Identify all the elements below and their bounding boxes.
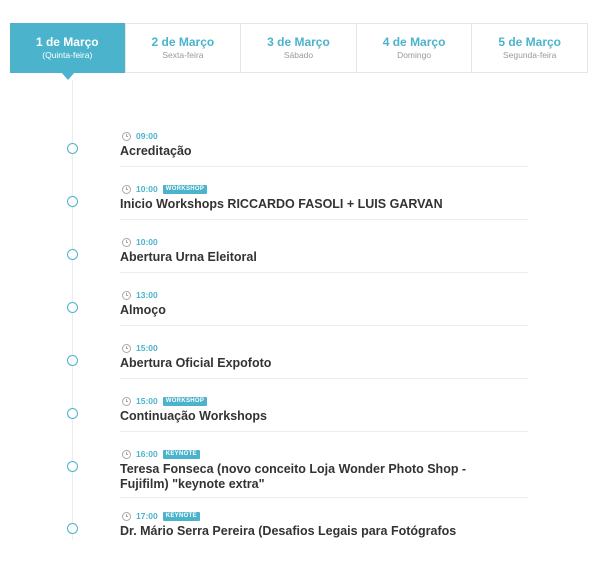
- circle-icon: [67, 408, 78, 419]
- divider: [120, 219, 528, 220]
- tab-weekday: (Quinta-feira): [42, 50, 93, 60]
- clock-icon: [122, 511, 131, 521]
- schedule-item: 09:00 Acreditação: [0, 130, 600, 183]
- divider: [120, 378, 528, 379]
- tab-weekday: Sábado: [283, 50, 314, 60]
- item-time: 15:00: [136, 343, 158, 353]
- clock-icon: [122, 449, 131, 459]
- schedule-item: 15:00 Abertura Oficial Expofoto: [0, 342, 600, 395]
- divider: [120, 497, 528, 498]
- tab-3-marco[interactable]: 3 de Março Sábado: [241, 24, 357, 72]
- tab-date: 1 de Março: [35, 35, 99, 49]
- schedule-item: 13:00 Almoço: [0, 289, 600, 342]
- item-meta: 17:00 KEYNOTE: [122, 510, 200, 522]
- divider: [120, 431, 528, 432]
- tab-2-marco[interactable]: 2 de Março Sexta-feira: [126, 24, 242, 72]
- divider: [120, 166, 528, 167]
- item-time: 10:00: [136, 237, 158, 247]
- tab-5-marco[interactable]: 5 de Março Segunda-feira: [472, 24, 587, 72]
- schedule-item: 15:00 WORKSHOP Continuação Workshops: [0, 395, 600, 448]
- tab-4-marco[interactable]: 4 de Março Domingo: [357, 24, 473, 72]
- item-meta: 15:00 WORKSHOP: [122, 395, 208, 407]
- clock-icon: [122, 131, 131, 141]
- category-badge: WORKSHOP: [162, 396, 208, 406]
- circle-icon: [67, 196, 78, 207]
- schedule-list: 09:00 Acreditação 10:00 WORKSHOP Inicio …: [0, 130, 600, 563]
- tab-date: 2 de Março: [151, 35, 215, 49]
- tab-date: 4 de Março: [382, 35, 446, 49]
- item-title[interactable]: Almoço: [120, 303, 500, 318]
- category-badge: WORKSHOP: [162, 184, 208, 194]
- item-meta: 13:00: [122, 289, 158, 301]
- tab-weekday: Segunda-feira: [502, 50, 557, 60]
- circle-icon: [67, 302, 78, 313]
- clock-icon: [122, 396, 131, 406]
- item-title[interactable]: Teresa Fonseca (novo conceito Loja Wonde…: [120, 462, 500, 492]
- item-meta: 09:00: [122, 130, 158, 142]
- day-tabs: 1 de Março (Quinta-feira) 2 de Março Sex…: [10, 23, 588, 73]
- circle-icon: [67, 249, 78, 260]
- clock-icon: [122, 290, 131, 300]
- item-meta: 15:00: [122, 342, 158, 354]
- item-title[interactable]: Abertura Urna Eleitoral: [120, 250, 500, 265]
- clock-icon: [122, 343, 131, 353]
- item-time: 13:00: [136, 290, 158, 300]
- item-time: 10:00: [136, 184, 158, 194]
- clock-icon: [122, 184, 131, 194]
- clock-icon: [122, 237, 131, 247]
- divider: [120, 325, 528, 326]
- active-tab-pointer: [61, 72, 75, 80]
- circle-icon: [67, 461, 78, 472]
- item-title[interactable]: Continuação Workshops: [120, 409, 500, 424]
- circle-icon: [67, 523, 78, 534]
- item-time: 17:00: [136, 511, 158, 521]
- item-time: 09:00: [136, 131, 158, 141]
- item-time: 16:00: [136, 449, 158, 459]
- schedule-item: 10:00 WORKSHOP Inicio Workshops RICCARDO…: [0, 183, 600, 236]
- category-badge: KEYNOTE: [162, 511, 200, 521]
- tab-weekday: Sexta-feira: [162, 50, 204, 60]
- schedule-item: 16:00 KEYNOTE Teresa Fonseca (novo conce…: [0, 448, 600, 510]
- item-time: 15:00: [136, 396, 158, 406]
- circle-icon: [67, 143, 78, 154]
- schedule-item: 10:00 Abertura Urna Eleitoral: [0, 236, 600, 289]
- tab-1-marco[interactable]: 1 de Março (Quinta-feira): [10, 23, 126, 73]
- tab-date: 3 de Março: [267, 35, 330, 49]
- tab-weekday: Domingo: [397, 50, 432, 60]
- item-title[interactable]: Abertura Oficial Expofoto: [120, 356, 500, 371]
- item-title[interactable]: Acreditação: [120, 144, 500, 159]
- item-title[interactable]: Inicio Workshops RICCARDO FASOLI + LUIS …: [120, 197, 500, 212]
- item-meta: 16:00 KEYNOTE: [122, 448, 200, 460]
- circle-icon: [67, 355, 78, 366]
- item-meta: 10:00 WORKSHOP: [122, 183, 208, 195]
- tab-date: 5 de Março: [498, 35, 562, 49]
- category-badge: KEYNOTE: [162, 449, 200, 459]
- item-meta: 10:00: [122, 236, 158, 248]
- divider: [120, 272, 528, 273]
